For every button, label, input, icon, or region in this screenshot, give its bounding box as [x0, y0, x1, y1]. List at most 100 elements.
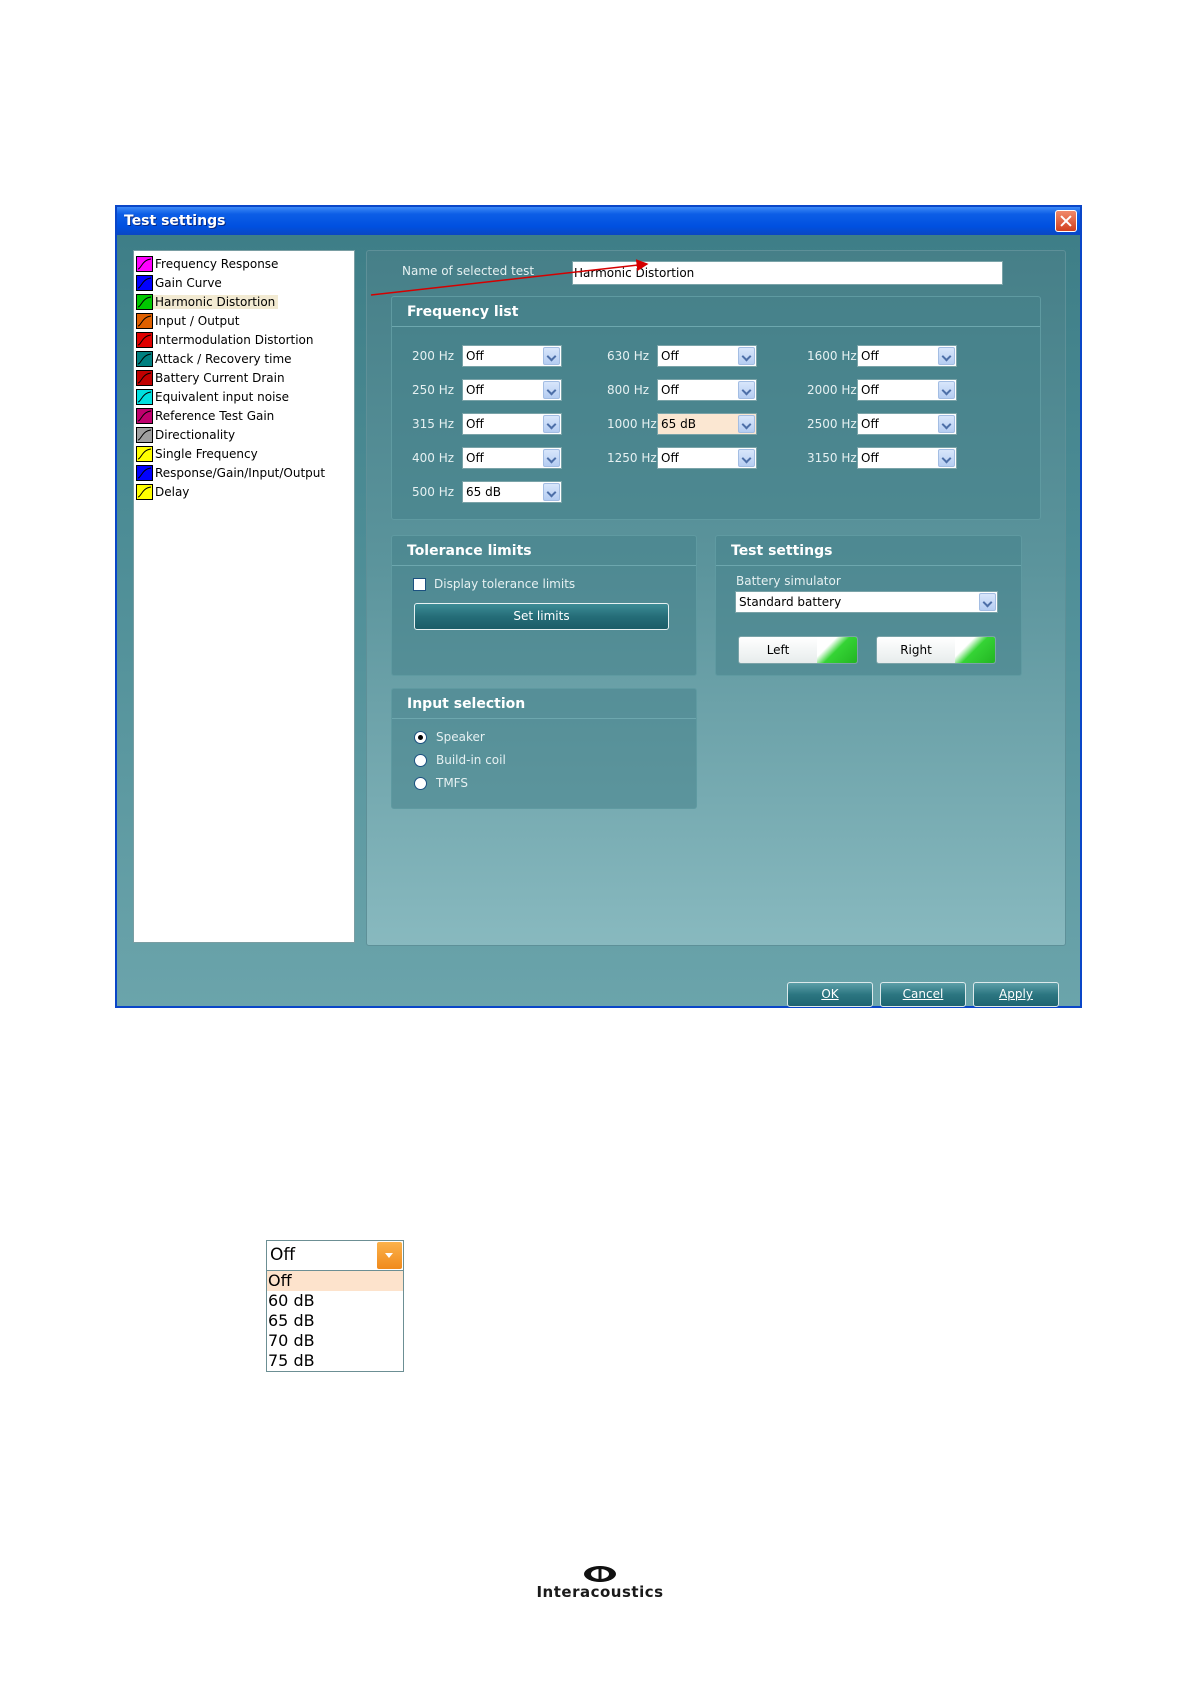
- frequency-level-select[interactable]: Off: [462, 345, 562, 367]
- frequency-list-title: Frequency list: [392, 297, 1040, 327]
- frequency-level-value: Off: [861, 349, 879, 363]
- chevron-down-icon[interactable]: [377, 1242, 402, 1269]
- ok-button[interactable]: OK: [787, 982, 873, 1007]
- chevron-down-icon[interactable]: [938, 449, 955, 467]
- harmonic-distortion-icon: [136, 293, 153, 310]
- left-button-label: Left: [766, 643, 790, 657]
- chevron-down-icon[interactable]: [738, 381, 755, 399]
- close-icon[interactable]: [1055, 210, 1077, 232]
- frequency-level-select[interactable]: Off: [857, 345, 957, 367]
- attack-recovery-icon: [136, 350, 153, 367]
- test-list-item-label: Delay: [155, 484, 190, 499]
- display-tolerance-limits-checkbox[interactable]: [413, 578, 426, 591]
- test-list-item-label: Attack / Recovery time: [155, 351, 292, 366]
- frequency-level-select[interactable]: Off: [857, 413, 957, 435]
- test-list-item-label: Harmonic Distortion: [152, 294, 279, 309]
- frequency-label: 250 Hz: [412, 383, 455, 397]
- chevron-down-icon[interactable]: [979, 593, 996, 611]
- frequency-level-value: Off: [466, 417, 484, 431]
- frequency-label: 2500 Hz: [807, 417, 857, 431]
- dropdown-example-select[interactable]: Off: [266, 1240, 404, 1271]
- reference-test-gain-icon: [136, 407, 153, 424]
- frequency-label: 3150 Hz: [807, 451, 857, 465]
- frequency-label: 2000 Hz: [807, 383, 857, 397]
- frequency-level-value: Off: [861, 383, 879, 397]
- test-list-item[interactable]: Intermodulation Distortion: [136, 330, 352, 349]
- left-button[interactable]: Left: [738, 636, 858, 664]
- test-list-item[interactable]: Battery Current Drain: [136, 368, 352, 387]
- test-list-item-label: Reference Test Gain: [155, 408, 275, 423]
- display-tolerance-limits-label: Display tolerance limits: [434, 577, 576, 591]
- frequency-label: 400 Hz: [412, 451, 455, 465]
- dropdown-option[interactable]: 60 dB: [267, 1291, 403, 1311]
- input-option-radio[interactable]: [414, 777, 427, 790]
- dropdown-option[interactable]: 70 dB: [267, 1331, 403, 1351]
- test-list-item[interactable]: Equivalent input noise: [136, 387, 352, 406]
- test-list-item[interactable]: Response/Gain/Input/Output: [136, 463, 352, 482]
- right-indicator-icon: [955, 637, 995, 663]
- directionality-icon: [136, 426, 153, 443]
- apply-button[interactable]: Apply: [973, 982, 1059, 1007]
- selected-test-name-label: Name of selected test: [402, 264, 535, 278]
- right-button[interactable]: Right: [876, 636, 996, 664]
- chevron-down-icon[interactable]: [938, 347, 955, 365]
- chevron-down-icon[interactable]: [543, 381, 560, 399]
- test-settings-title: Test settings: [716, 536, 1021, 566]
- test-list-item[interactable]: Reference Test Gain: [136, 406, 352, 425]
- frequency-level-value: Off: [466, 383, 484, 397]
- cancel-button[interactable]: Cancel: [880, 982, 966, 1007]
- chevron-down-icon[interactable]: [543, 483, 560, 501]
- test-list-item[interactable]: Gain Curve: [136, 273, 352, 292]
- input-option-radio[interactable]: [414, 731, 427, 744]
- chevron-down-icon[interactable]: [738, 449, 755, 467]
- chevron-down-icon[interactable]: [543, 449, 560, 467]
- input-option-radio[interactable]: [414, 754, 427, 767]
- left-indicator-icon: [817, 637, 857, 663]
- test-list-item[interactable]: Attack / Recovery time: [136, 349, 352, 368]
- dropdown-option[interactable]: 75 dB: [267, 1351, 403, 1371]
- chevron-down-icon[interactable]: [738, 347, 755, 365]
- test-list: Frequency Response Gain Curve Harmonic Dis…: [133, 250, 355, 943]
- chevron-down-icon[interactable]: [738, 415, 755, 433]
- chevron-down-icon[interactable]: [543, 347, 560, 365]
- window-titlebar[interactable]: Test settings: [117, 207, 1080, 235]
- dropdown-option[interactable]: Off: [267, 1271, 403, 1291]
- frequency-level-select[interactable]: Off: [657, 379, 757, 401]
- battery-simulator-value: Standard battery: [739, 595, 842, 609]
- frequency-level-select[interactable]: Off: [857, 447, 957, 469]
- test-list-item[interactable]: Single Frequency: [136, 444, 352, 463]
- battery-simulator-select[interactable]: Standard battery: [735, 591, 998, 613]
- test-list-item[interactable]: Delay: [136, 482, 352, 501]
- gain-curve-icon: [136, 274, 153, 291]
- selected-test-name-input[interactable]: Harmonic Distortion: [572, 261, 1003, 285]
- test-list-item-label: Frequency Response: [155, 256, 279, 271]
- chevron-down-icon[interactable]: [938, 415, 955, 433]
- frequency-level-value: Off: [661, 451, 679, 465]
- input-output-icon: [136, 312, 153, 329]
- test-list-item[interactable]: Input / Output: [136, 311, 352, 330]
- test-list-item[interactable]: Directionality: [136, 425, 352, 444]
- test-list-item[interactable]: Frequency Response: [136, 254, 352, 273]
- interacoustics-logo-icon: [584, 1566, 616, 1582]
- frequency-level-value: 65 dB: [661, 417, 696, 431]
- chevron-down-icon[interactable]: [543, 415, 560, 433]
- frequency-level-select[interactable]: Off: [657, 447, 757, 469]
- test-settings-window: Test settings Frequency Response Gain Cur…: [115, 205, 1082, 1008]
- dropdown-option[interactable]: 65 dB: [267, 1311, 403, 1331]
- window-client-area: Frequency Response Gain Curve Harmonic Dis…: [117, 235, 1080, 1007]
- frequency-level-select[interactable]: Off: [462, 413, 562, 435]
- tolerance-limits-title: Tolerance limits: [392, 536, 696, 566]
- frequency-level-select[interactable]: Off: [857, 379, 957, 401]
- input-option-label: Speaker: [436, 730, 485, 744]
- frequency-level-select[interactable]: 65 dB: [462, 481, 562, 503]
- frequency-level-select[interactable]: Off: [657, 345, 757, 367]
- frequency-response-icon: [136, 255, 153, 272]
- input-selection-group: Input selection Speaker Build-in coil TMFS: [391, 688, 697, 809]
- frequency-level-select[interactable]: Off: [462, 379, 562, 401]
- frequency-level-select[interactable]: Off: [462, 447, 562, 469]
- set-limits-button[interactable]: Set limits: [414, 603, 669, 630]
- frequency-level-select[interactable]: 65 dB: [657, 413, 757, 435]
- test-list-item[interactable]: Harmonic Distortion: [136, 292, 352, 311]
- chevron-down-icon[interactable]: [938, 381, 955, 399]
- logo-wordmark: Interacoustics: [536, 1583, 664, 1601]
